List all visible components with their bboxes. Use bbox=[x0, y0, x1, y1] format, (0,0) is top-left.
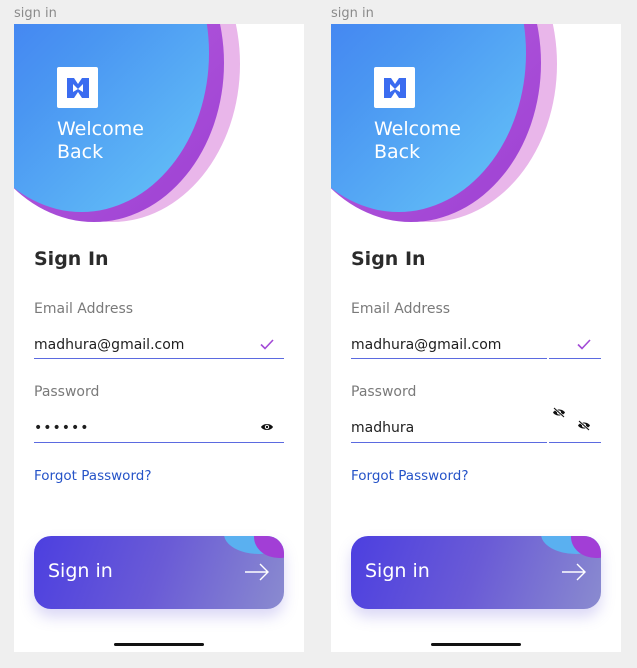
email-underline-segment bbox=[549, 358, 601, 359]
email-underline bbox=[34, 358, 284, 359]
sign-in-button[interactable]: Sign in bbox=[351, 536, 601, 609]
decor-blob bbox=[254, 536, 284, 558]
password-underline bbox=[351, 442, 547, 443]
welcome-text: Welcome Back bbox=[57, 118, 144, 163]
email-underline bbox=[351, 358, 547, 359]
forgot-password-link[interactable]: Forgot Password? bbox=[351, 468, 469, 484]
page-title: Sign In bbox=[34, 248, 109, 270]
email-field[interactable]: madhura@gmail.com bbox=[351, 337, 501, 353]
sign-in-button[interactable]: Sign in bbox=[34, 536, 284, 609]
email-field[interactable]: madhura@gmail.com bbox=[34, 337, 184, 353]
home-indicator bbox=[431, 643, 521, 646]
home-indicator bbox=[114, 643, 204, 646]
sign-in-button-label: Sign in bbox=[48, 560, 113, 582]
email-label: Email Address bbox=[34, 301, 134, 317]
check-icon bbox=[260, 339, 274, 350]
forgot-password-link[interactable]: Forgot Password? bbox=[34, 468, 152, 484]
logo-icon bbox=[57, 67, 98, 108]
check-icon bbox=[577, 339, 591, 350]
eye-off-icon[interactable] bbox=[577, 420, 591, 431]
frame-label: sign in bbox=[14, 6, 57, 21]
sign-in-screen: Welcome Back Sign In Email Address madhu… bbox=[14, 24, 304, 652]
password-field[interactable]: madhura bbox=[351, 420, 414, 436]
password-label: Password bbox=[34, 384, 100, 400]
eye-off-icon[interactable] bbox=[552, 407, 566, 418]
sign-in-screen: Welcome Back Sign In Email Address madhu… bbox=[331, 24, 621, 652]
decor-blob bbox=[571, 536, 601, 558]
eye-icon[interactable] bbox=[260, 422, 274, 432]
arrow-right-icon bbox=[562, 563, 586, 581]
password-underline-segment bbox=[549, 442, 601, 443]
welcome-text: Welcome Back bbox=[374, 118, 461, 163]
password-label: Password bbox=[351, 384, 417, 400]
frame-label: sign in bbox=[331, 6, 374, 21]
password-field[interactable]: •••••• bbox=[34, 420, 90, 436]
arrow-right-icon bbox=[245, 563, 269, 581]
password-underline bbox=[34, 442, 284, 443]
email-label: Email Address bbox=[351, 301, 451, 317]
sign-in-button-label: Sign in bbox=[365, 560, 430, 582]
page-title: Sign In bbox=[351, 248, 426, 270]
logo-icon bbox=[374, 67, 415, 108]
